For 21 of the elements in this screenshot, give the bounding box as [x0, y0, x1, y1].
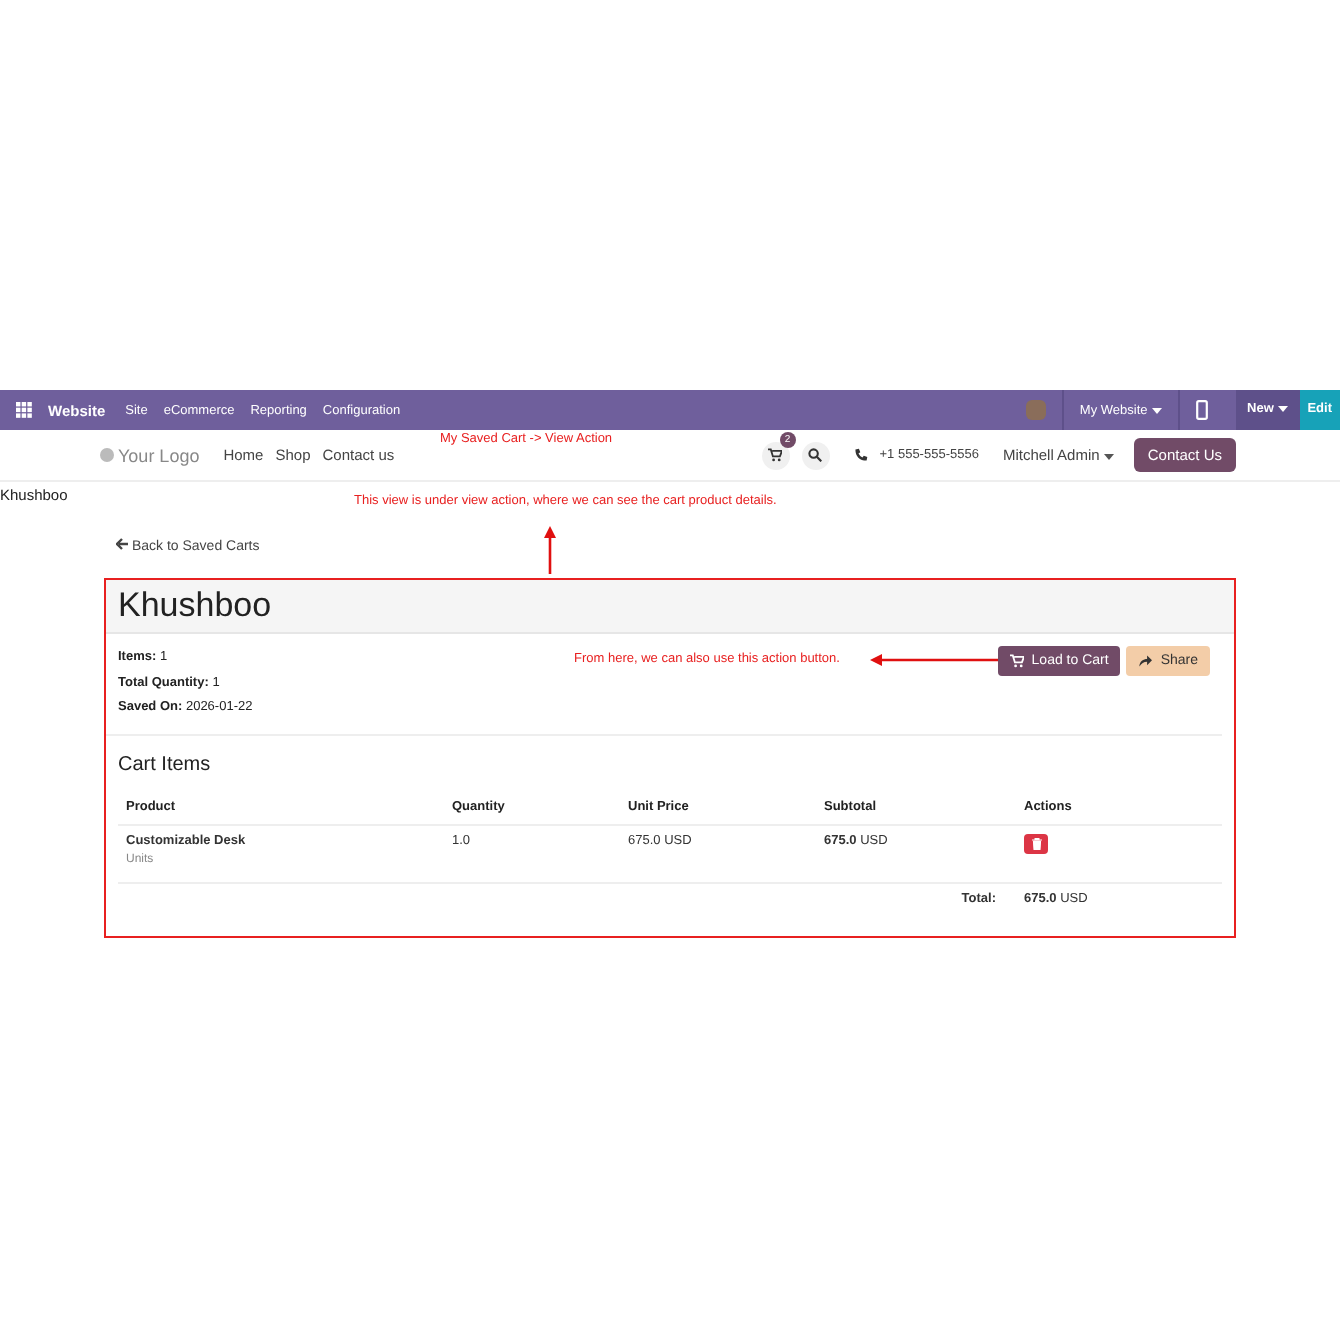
- annotation-arrow: [544, 526, 556, 574]
- logo-icon: [100, 448, 114, 462]
- caret-icon: [1151, 407, 1162, 413]
- section-title: Cart Items: [118, 753, 213, 775]
- caret-icon: [1277, 406, 1288, 412]
- search-button[interactable]: [801, 441, 830, 469]
- share-arrow-icon: [1138, 654, 1153, 668]
- apps-grid-icon[interactable]: [16, 402, 32, 418]
- logo[interactable]: Your Logo: [100, 445, 200, 465]
- caret-icon: [1103, 454, 1114, 460]
- search-icon: [808, 448, 823, 462]
- cart-button[interactable]: [761, 441, 790, 469]
- back-arrow-icon: [116, 538, 128, 550]
- cart-icon: [1009, 654, 1024, 668]
- phone-icon: [853, 448, 868, 462]
- delete-button[interactable]: [1024, 833, 1048, 853]
- trash-icon: [1031, 837, 1041, 849]
- annotation-arrow: [870, 654, 998, 666]
- cart-title: Khushboo: [118, 584, 274, 628]
- mobile-preview-icon[interactable]: [1195, 400, 1208, 420]
- cart-icon: [768, 448, 783, 462]
